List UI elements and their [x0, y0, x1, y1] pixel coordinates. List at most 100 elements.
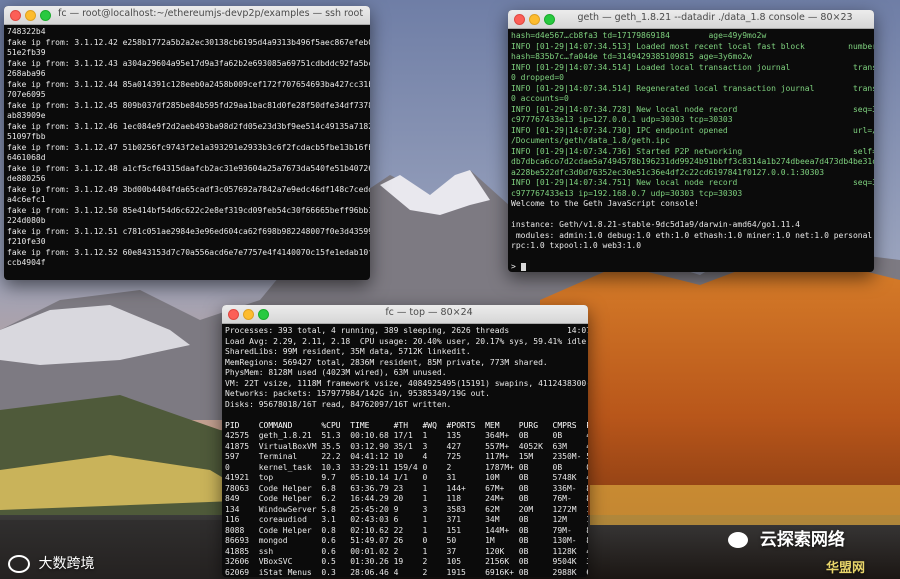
minimize-button[interactable]: [243, 309, 254, 320]
top-summary-line: MemRegions: 569427 total, 2836M resident…: [225, 357, 548, 367]
top-summary-line: Disks: 95678018/16T read, 84762097/16T w…: [225, 399, 452, 409]
terminal-line: fake ip from: 3.1.12.51 c781c051ae2984e3…: [7, 226, 370, 236]
corner-site-watermark: 华盟网: [826, 557, 865, 576]
terminal-line: fake ip from: 3.1.12.48 a1cf5cf64315daaf…: [7, 163, 370, 173]
top-summary-line: SharedLibs: 99M resident, 35M data, 5712…: [225, 347, 471, 356]
table-row[interactable]: 8088 Code Helper 0.8 02:10.62 22 1 151 1…: [225, 526, 588, 537]
geth-console-output[interactable]: hash=d4e567…cb8fa3 td=17179869184 age=49…: [508, 29, 874, 272]
terminal-line: 51e2fb39: [7, 48, 46, 57]
console-line: INFO [01-29|14:07:34.514] Regenerated lo…: [511, 83, 874, 93]
top-summary-line: VM: 22T vsize, 1118M framework vsize, 40…: [225, 378, 588, 388]
terminal-line: 6461068d: [7, 153, 46, 162]
table-row[interactable]: 41885 ssh 0.6 00:01.02 2 1 37 120K 0B 11…: [225, 547, 588, 558]
console-line: Welcome to the Geth JavaScript console!: [511, 199, 699, 208]
minimize-button[interactable]: [25, 10, 36, 21]
left-brand-text: 大数跨境: [38, 556, 95, 572]
console-line: INFO [01-29|14:07:34.513] Loaded most re…: [511, 41, 874, 51]
console-line: INFO [01-29|14:07:34.730] IPC endpoint o…: [511, 125, 874, 135]
close-button[interactable]: [228, 309, 239, 320]
table-row[interactable]: 134 WindowServer 5.8 25:45:20 9 3 3583 6…: [225, 505, 588, 516]
table-row[interactable]: 41921 top 9.7 05:10.14 1/1 0 31 10M 0B 5…: [225, 473, 588, 484]
table-row[interactable]: 597 Terminal 22.2 04:41:12 10 4 725 117M…: [225, 452, 588, 463]
right-brand-watermark: 云探索网络: [728, 525, 845, 550]
corner-site-text: 华盟网: [826, 561, 866, 576]
prompt-symbol: >: [511, 262, 521, 271]
zoom-button[interactable]: [544, 14, 555, 25]
console-line: INFO [01-29|14:07:34.514] Loaded local t…: [511, 62, 874, 72]
terminal-line: 268aba96: [7, 69, 46, 78]
table-row[interactable]: 78063 Code Helper 6.8 63:36.79 23 1 144+…: [225, 484, 588, 495]
terminal-line: 51097fbb: [7, 132, 46, 141]
table-row[interactable]: 86693 mongod 0.6 51:49.07 26 0 50 1M 0B …: [225, 536, 588, 547]
close-button[interactable]: [10, 10, 21, 21]
close-button[interactable]: [514, 14, 525, 25]
console-line: INFO [01-29|14:07:34.728] New local node…: [511, 104, 874, 114]
zoom-button[interactable]: [40, 10, 51, 21]
top-process-output[interactable]: Processes: 393 total, 4 running, 389 sle…: [222, 324, 588, 577]
console-line: /Documents/geth/data_1.8/geth.ipc: [511, 136, 670, 145]
terminal-line: fake ip from: 3.1.12.49 3bd00b4404fda65c…: [7, 184, 370, 194]
geth-console-window[interactable]: geth — geth_1.8.21 --datadir ./data_1.8 …: [508, 10, 874, 272]
ssh-terminal-output[interactable]: 748322b4 fake ip from: 3.1.12.42 e258b177…: [4, 25, 370, 280]
console-line: c977767433e13 ip=192.168.0.7 udp=30303 t…: [511, 188, 743, 198]
zoom-button[interactable]: [258, 309, 269, 320]
geth-window-titlebar[interactable]: geth — geth_1.8.21 --datadir ./data_1.8 …: [508, 10, 874, 29]
top-terminal-window[interactable]: fc — top — 80×24 Processes: 393 total, 4…: [222, 305, 588, 577]
text-cursor: [520, 262, 526, 271]
process-table-header: PID COMMAND %CPU TIME #TH #WQ #PORTS MEM…: [225, 420, 588, 430]
table-row[interactable]: 62069 iStat Menus 0.3 28:06.46 4 2 1915 …: [225, 568, 588, 578]
console-line: hash=835b7c…fa04de td=3149429385109815 a…: [511, 52, 752, 61]
table-row[interactable]: 116 coreaudiod 3.1 02:43:03 6 1 371 34M …: [225, 515, 588, 526]
top-summary-line: Networks: packets: 157977984/142G in, 95…: [225, 389, 490, 398]
window-title: fc — root@localhost:~/ethereumjs-devp2p/…: [58, 8, 364, 19]
terminal-line: fake ip from: 3.1.12.42 e258b1772a5b2a2e…: [7, 37, 370, 47]
terminal-line: fake ip from: 3.1.12.46 1ec084e9f2d2aeb4…: [7, 121, 370, 131]
console-line: db7dbca6co7d2cdae5a7494578b196231dd9924b…: [511, 157, 874, 166]
table-row[interactable]: 42575 geth_1.8.21 51.3 00:10.68 17/1 1 1…: [225, 431, 588, 442]
terminal-line: fake ip from: 3.1.12.52 60e843153d7c70a5…: [7, 247, 370, 257]
top-summary-line: PhysMem: 8128M used (4023M wired), 63M u…: [225, 368, 447, 377]
terminal-line: ab83909e: [7, 111, 46, 120]
right-brand-text: 云探索网络: [759, 530, 845, 550]
terminal-line: fake ip from: 3.1.12.47 51b0256fc9743f2e…: [7, 142, 370, 152]
console-line: hash=d4e567…cb8fa3 td=17179869184 age=49…: [511, 31, 767, 40]
terminal-line: fake ip from: 3.1.12.45 809b037df285be84…: [7, 100, 370, 110]
table-row[interactable]: 32606 VBoxSVC 0.5 01:30.26 19 2 105 2156…: [225, 557, 588, 568]
console-line: c977767433e13 ip=127.0.0.1 udp=30303 tcp…: [511, 115, 733, 124]
console-prompt[interactable]: >: [511, 262, 871, 272]
window-title: fc — top — 80×24: [385, 307, 473, 318]
minimize-button[interactable]: [529, 14, 540, 25]
terminal-line: fake ip from: 3.1.12.43 a304a29604a95e17…: [7, 58, 370, 68]
top-window-titlebar[interactable]: fc — top — 80×24: [222, 305, 588, 324]
terminal-line: ccb4904f: [7, 258, 46, 267]
console-line: 0 dropped=0: [511, 73, 564, 82]
ssh-terminal-window[interactable]: fc — root@localhost:~/ethereumjs-devp2p/…: [4, 6, 370, 280]
top-summary-line: Load Avg: 2.29, 2.11, 2.18 CPU usage: 20…: [225, 336, 587, 346]
window-title: geth — geth_1.8.21 --datadir ./data_1.8 …: [577, 12, 853, 23]
ssh-window-titlebar[interactable]: fc — root@localhost:~/ethereumjs-devp2p/…: [4, 6, 370, 25]
terminal-line: 707e6095: [7, 90, 46, 99]
table-row[interactable]: 41875 VirtualBoxVM 35.5 03:12.90 35/1 3 …: [225, 442, 588, 453]
console-line: a228be522dfc3d0d76352ec30e51c36e4df2c22c…: [511, 167, 825, 177]
left-brand-watermark: 大数跨境: [8, 553, 94, 573]
table-row[interactable]: 0 kernel_task 10.3 33:29:11 159/4 0 2 17…: [225, 463, 588, 474]
brand-logo-icon: [8, 555, 30, 573]
terminal-line: fake ip from: 3.1.12.50 85e414bf54d6c622…: [7, 205, 370, 215]
console-line: INFO [01-29|14:07:34.736] Started P2P ne…: [511, 146, 874, 156]
terminal-line: a4c6efc1: [7, 195, 46, 204]
console-line: rpc:1.0 txpool:1.0 web3:1.0: [511, 241, 642, 250]
wechat-icon: [728, 532, 748, 548]
console-line: instance: Geth/v1.8.21-stable-9dc5d1a9/d…: [511, 220, 800, 229]
terminal-line: 224d080b: [7, 216, 46, 225]
console-line: 0 accounts=0: [511, 94, 569, 103]
top-summary-line: Processes: 393 total, 4 running, 389 sle…: [225, 326, 588, 335]
console-line: INFO [01-29|14:07:34.751] New local node…: [511, 178, 874, 187]
terminal-line: de880256: [7, 174, 46, 183]
console-line: modules: admin:1.0 debug:1.0 eth:1.0 eth…: [511, 230, 874, 240]
terminal-line: 748322b4: [7, 27, 46, 36]
terminal-line: f210fe30: [7, 237, 46, 246]
table-row[interactable]: 849 Code Helper 6.2 16:44.29 20 1 118 24…: [225, 494, 588, 505]
